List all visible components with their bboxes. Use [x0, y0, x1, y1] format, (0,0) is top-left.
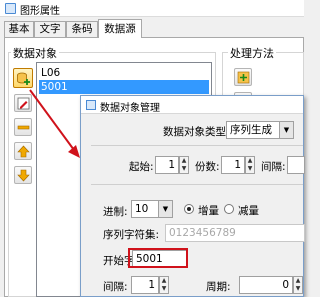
start-input[interactable]: 1 [155, 156, 179, 174]
bottom-interval-input[interactable]: 1 [131, 276, 159, 294]
decrement-label: 减量 [238, 205, 259, 217]
charset-input[interactable]: 0123456789 [165, 224, 305, 242]
window-title: 图形属性 [20, 6, 60, 17]
type-label: 数据对象类型: [163, 126, 230, 138]
highlight-box [128, 248, 188, 268]
bottom-interval-stepper[interactable]: ▲ ▼ [159, 276, 169, 294]
start-label: 起始: [129, 161, 154, 173]
period-stepper[interactable]: ▲ ▼ [293, 276, 303, 294]
delete-data-object-button[interactable] [14, 118, 32, 136]
start-stepper[interactable]: ▲ ▼ [179, 156, 189, 174]
decrement-radio[interactable] [224, 204, 234, 214]
increment-radio[interactable] [184, 204, 194, 214]
copies-stepper[interactable]: ▲ ▼ [245, 156, 255, 174]
copies-input[interactable]: 1 [221, 156, 245, 174]
divider [91, 145, 303, 146]
move-down-icon [17, 169, 30, 182]
list-item[interactable]: 5001 [39, 80, 209, 94]
type-select[interactable]: 序列生成 [226, 121, 280, 139]
charset-label: 序列字符集: [103, 229, 160, 241]
dialog-titlebar: 数据对象管理 [81, 96, 303, 114]
add-data-object-button[interactable] [13, 68, 33, 88]
data-objects-label: 数据对象 [11, 45, 59, 61]
tab-text[interactable]: 文字 [34, 21, 66, 37]
tab-barcode[interactable]: 条码 [66, 21, 98, 37]
dialog-window-icon [86, 100, 96, 110]
period-label: 周期: [206, 281, 231, 293]
processing-label: 处理方法 [228, 45, 276, 61]
data-object-manager-dialog: 数据对象管理 数据对象类型: 序列生成 ▼ 起始: 1 ▲ ▼ 份数: 1 ▲ ▼ … [80, 95, 305, 297]
move-up-button[interactable] [14, 142, 32, 160]
divider [91, 184, 303, 185]
edit-data-object-button[interactable] [14, 94, 32, 112]
copies-label: 份数: [195, 161, 220, 173]
dialog-title: 数据对象管理 [100, 103, 160, 114]
process-add-icon [237, 71, 250, 84]
edit-icon [17, 97, 30, 110]
database-add-icon [17, 72, 30, 85]
delete-icon [17, 125, 30, 130]
interval-label: 间隔: [261, 161, 286, 173]
tab-datasource[interactable]: 数据源 [98, 19, 142, 38]
chevron-down-icon[interactable]: ▼ [280, 121, 294, 139]
interval-input[interactable] [287, 156, 305, 174]
tab-basic[interactable]: 基本 [4, 21, 34, 37]
base-select[interactable]: 10 [131, 200, 159, 218]
move-up-icon [17, 145, 30, 158]
chevron-down-icon[interactable]: ▼ [159, 200, 173, 218]
window-titlebar: 图形属性 [0, 0, 304, 17]
base-label: 进制: [103, 206, 128, 218]
increment-label: 增量 [198, 205, 219, 217]
list-item[interactable]: L06 [39, 66, 209, 80]
bottom-interval-label: 间隔: [103, 281, 128, 293]
period-input[interactable]: 0 [239, 276, 293, 294]
app-window-icon [5, 3, 16, 14]
move-down-button[interactable] [14, 166, 32, 184]
add-processing-button[interactable] [234, 68, 252, 86]
